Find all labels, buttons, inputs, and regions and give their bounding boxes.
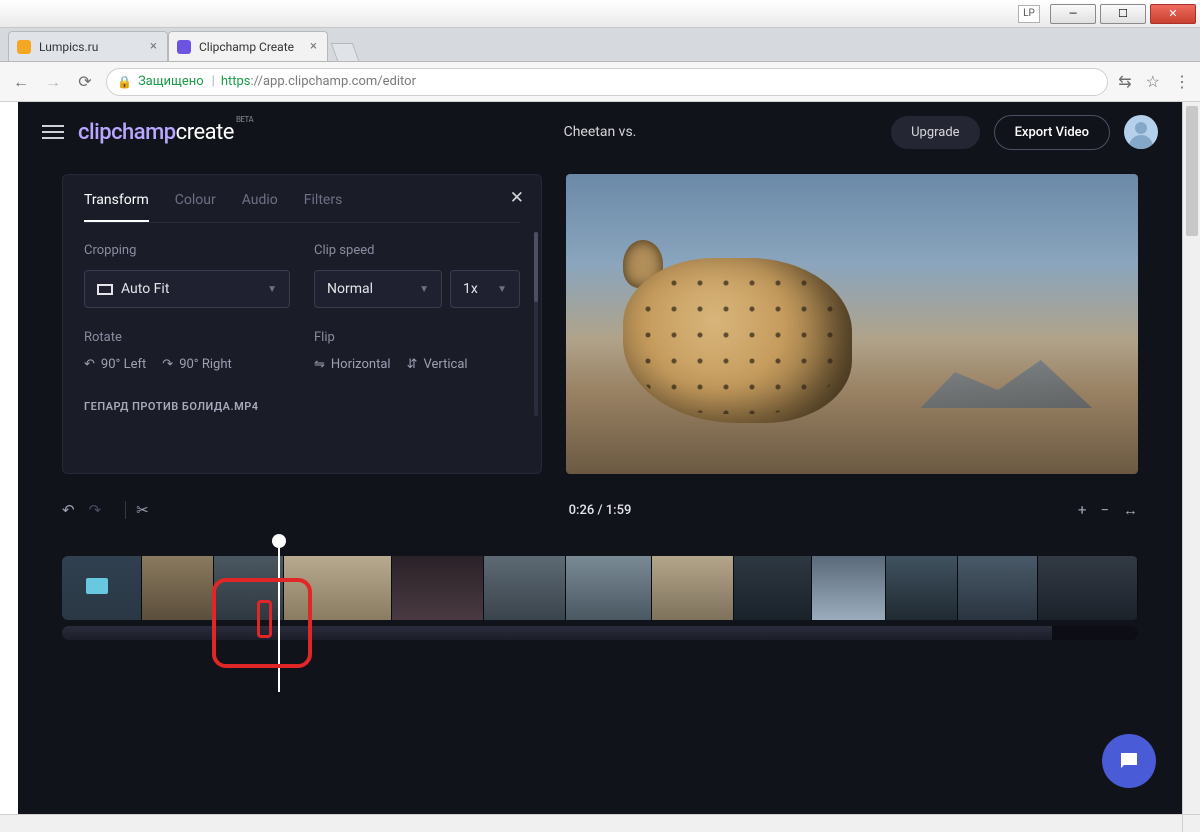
app-logo[interactable]: clipchampcreateBETA — [78, 120, 251, 145]
rotate-left-button[interactable]: ↶90° Left — [84, 357, 146, 372]
clip-thumbnail[interactable] — [734, 556, 812, 620]
avatar[interactable] — [1124, 115, 1158, 149]
app-viewport: clipchampcreateBETA Cheetan vs. Upgrade … — [18, 102, 1182, 814]
flip-horizontal-icon: ⇋ — [314, 357, 325, 372]
undo-icon[interactable]: ↶ — [62, 501, 75, 519]
project-title[interactable]: Cheetan vs. — [564, 124, 637, 140]
window-scrollbar-corner — [1182, 814, 1200, 832]
clip-thumbnail[interactable] — [62, 556, 142, 620]
window-minimize-button[interactable]: — — [1050, 4, 1096, 24]
new-tab-button[interactable] — [331, 43, 360, 61]
window-maximize-button[interactable]: ☐ — [1100, 4, 1146, 24]
browser-tab-clipchamp[interactable]: Clipchamp Create × — [168, 31, 328, 61]
crop-icon — [97, 284, 113, 295]
tab-filters[interactable]: Filters — [304, 192, 343, 222]
window-scrollbar-vertical[interactable] — [1182, 102, 1200, 814]
browser-tabstrip: Lumpics.ru × Clipchamp Create × — [0, 28, 1200, 62]
tab-close-icon[interactable]: × — [148, 39, 159, 54]
nav-back-icon[interactable]: ← — [10, 71, 32, 93]
rotate-label: Rotate — [84, 330, 290, 345]
playhead[interactable] — [278, 544, 280, 692]
url-protocol: https — [221, 74, 251, 89]
clip-thumbnail[interactable] — [812, 556, 886, 620]
clip-thumbnail[interactable] — [566, 556, 652, 620]
app-header: clipchampcreateBETA Cheetan vs. Upgrade … — [18, 102, 1182, 162]
tab-transform[interactable]: Transform — [84, 192, 149, 222]
clip-thumbnail[interactable] — [284, 556, 392, 620]
flip-vertical-button[interactable]: ⇵Vertical — [407, 357, 468, 372]
address-bar[interactable]: 🔒 Защищено | https ://app.clipchamp.com/… — [106, 68, 1108, 96]
bookmark-star-icon[interactable]: ☆ — [1146, 72, 1160, 91]
rotate-right-button[interactable]: ↷90° Right — [162, 357, 231, 372]
window-titlebar: LP — ☐ ✕ — [0, 0, 1200, 28]
window-scrollbar-horizontal[interactable] — [0, 814, 1182, 832]
url-rest: ://app.clipchamp.com/editor — [251, 74, 416, 89]
flip-label: Flip — [314, 330, 520, 345]
favicon-icon — [177, 40, 191, 54]
browser-menu-icon[interactable]: ⋮ — [1174, 72, 1190, 91]
timeline-track[interactable] — [62, 556, 1138, 620]
export-video-button[interactable]: Export Video — [994, 115, 1110, 150]
timeline[interactable] — [62, 556, 1138, 640]
clipspeed-multiplier-select[interactable]: 1x ▼ — [450, 270, 520, 308]
redo-icon[interactable]: ↷ — [89, 501, 102, 519]
clip-thumbnail[interactable] — [484, 556, 566, 620]
chevron-down-icon: ▼ — [419, 284, 429, 295]
timeline-toolbar: ↶ ↷ ✂ 0:26 / 1:59 + − ↔ — [18, 492, 1182, 528]
clip-thumbnail[interactable] — [886, 556, 958, 620]
browser-toolbar: ← → ⟳ 🔒 Защищено | https ://app.clipcham… — [0, 62, 1200, 102]
preview-background — [921, 348, 1093, 408]
zoom-fit-icon[interactable]: ↔ — [1123, 501, 1138, 519]
clipspeed-select[interactable]: Normal ▼ — [314, 270, 442, 308]
preview-subject — [635, 270, 841, 414]
tab-close-icon[interactable]: × — [308, 39, 319, 54]
nav-reload-icon[interactable]: ⟳ — [74, 71, 96, 93]
chat-icon — [1117, 749, 1141, 773]
browser-tab-lumpics[interactable]: Lumpics.ru × — [8, 31, 168, 61]
clip-filename: ГЕПАРД ПРОТИВ БОЛИДА.MP4 — [84, 400, 520, 413]
panel-close-icon[interactable]: ✕ — [510, 188, 524, 208]
clip-thumbnail[interactable] — [392, 556, 484, 620]
chat-bubble-button[interactable] — [1102, 734, 1156, 788]
menu-icon[interactable] — [42, 121, 64, 143]
cropping-select[interactable]: Auto Fit ▼ — [84, 270, 290, 308]
video-preview[interactable] — [566, 174, 1138, 474]
timeline-timecode: 0:26 / 1:59 — [569, 503, 632, 518]
tab-colour[interactable]: Colour — [175, 192, 216, 222]
flip-vertical-icon: ⇵ — [407, 357, 418, 372]
lock-icon: 🔒 — [117, 75, 132, 89]
zoom-out-icon[interactable]: − — [1100, 501, 1109, 519]
cropping-label: Cropping — [84, 243, 290, 258]
window-close-button[interactable]: ✕ — [1150, 4, 1196, 24]
tab-audio[interactable]: Audio — [242, 192, 278, 222]
clip-thumbnail[interactable] — [214, 556, 284, 620]
panel-scrollbar[interactable] — [534, 232, 538, 416]
zoom-in-icon[interactable]: + — [1078, 501, 1087, 519]
lp-badge: LP — [1018, 5, 1040, 23]
chevron-down-icon: ▼ — [267, 284, 277, 295]
clipspeed-label: Clip speed — [314, 243, 520, 258]
translate-icon[interactable]: ⇆ — [1118, 72, 1131, 91]
flip-horizontal-button[interactable]: ⇋Horizontal — [314, 357, 391, 372]
rotate-right-icon: ↷ — [162, 357, 173, 372]
scissors-icon[interactable]: ✂ — [136, 501, 149, 519]
clip-thumbnail[interactable] — [1038, 556, 1138, 620]
secure-label: Защищено — [138, 74, 204, 89]
tab-title: Lumpics.ru — [39, 40, 98, 54]
clip-thumbnail[interactable] — [142, 556, 214, 620]
rotate-left-icon: ↶ — [84, 357, 95, 372]
favicon-icon — [17, 40, 31, 54]
properties-panel: ✕ Transform Colour Audio Filters Croppin… — [62, 174, 542, 474]
timeline-scrollbar[interactable] — [62, 626, 1138, 640]
nav-forward-icon[interactable]: → — [42, 71, 64, 93]
clip-thumbnail[interactable] — [958, 556, 1038, 620]
upgrade-button[interactable]: Upgrade — [891, 116, 979, 149]
tab-title: Clipchamp Create — [199, 40, 294, 54]
clip-thumbnail[interactable] — [652, 556, 734, 620]
chevron-down-icon: ▼ — [497, 284, 507, 295]
